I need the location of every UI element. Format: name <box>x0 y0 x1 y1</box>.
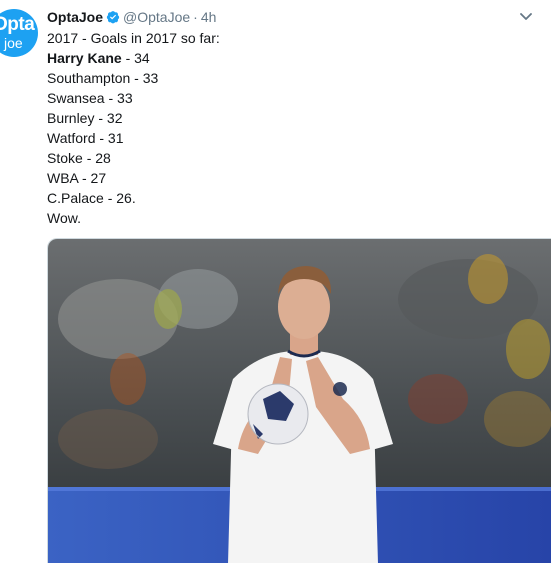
separator-dot: · <box>193 9 198 25</box>
author-handle[interactable]: @OptaJoe <box>123 9 190 25</box>
verified-badge-icon <box>106 11 120 24</box>
tweet-line: Burnley - 32 <box>47 110 123 126</box>
tweet-line: Harry Kane - 34 <box>47 50 150 66</box>
author-name[interactable]: OptaJoe <box>47 9 103 25</box>
avatar-text-bottom: joe <box>4 35 23 51</box>
avatar-text-top: Opta <box>0 14 35 35</box>
tweet-line: WBA - 27 <box>47 170 107 186</box>
tweet[interactable]: Opta joe OptaJoe @OptaJoe·4h 2017 - Goals… <box>0 0 551 563</box>
tweet-header: OptaJoe @OptaJoe · 4h <box>47 8 216 26</box>
tweet-timestamp[interactable]: 4h <box>201 9 217 25</box>
tweet-line: Wow. <box>47 210 81 226</box>
tweet-line: Watford - 31 <box>47 130 124 146</box>
photo-illustration <box>48 239 551 563</box>
tweet-line: Southampton - 33 <box>47 70 159 86</box>
chevron-down-icon[interactable] <box>520 12 532 22</box>
tweet-photo[interactable] <box>47 238 551 563</box>
author-avatar[interactable]: Opta joe <box>0 9 38 57</box>
tweet-line: Stoke - 28 <box>47 150 111 166</box>
tweet-text: 2017 - Goals in 2017 so far: Harry Kane … <box>47 28 220 228</box>
highlight-name: Harry Kane <box>47 50 122 66</box>
tweet-line: Swansea - 33 <box>47 90 133 106</box>
tweet-line: C.Palace - 26. <box>47 190 136 206</box>
tweet-line: 2017 - Goals in 2017 so far: <box>47 30 220 46</box>
